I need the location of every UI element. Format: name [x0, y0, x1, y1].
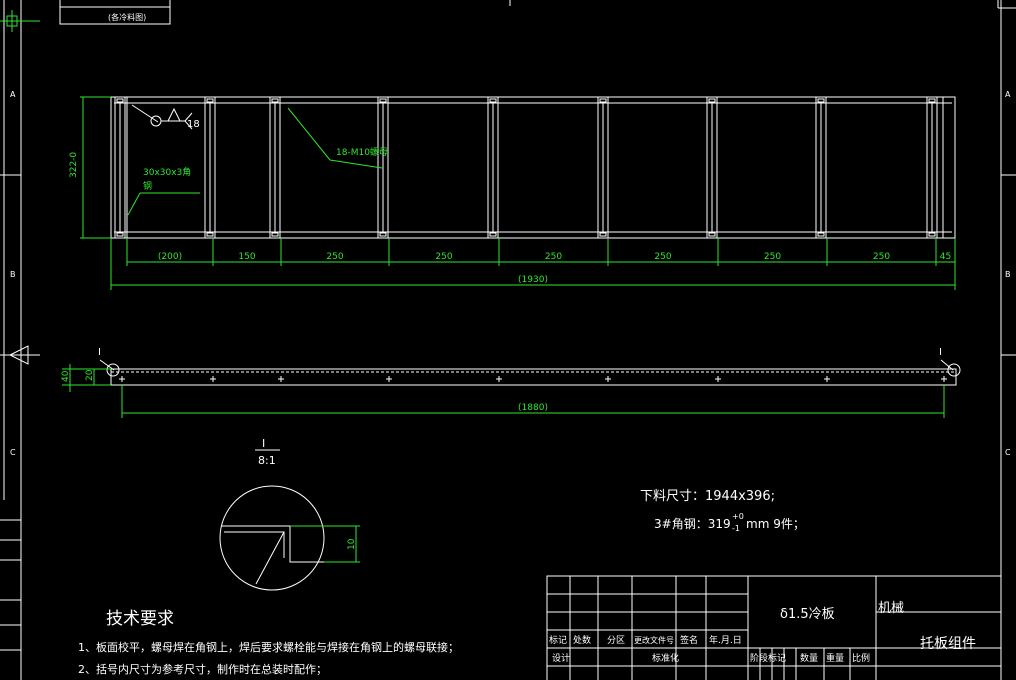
zone-letter-a: A [10, 90, 16, 99]
nut-mark [599, 98, 607, 103]
detail-mark: I [262, 437, 265, 450]
side-holes [119, 376, 947, 382]
nut-mark [708, 98, 716, 103]
cut-line2-suffix: mm 9件； [746, 517, 805, 531]
dim-label: 250 [764, 252, 781, 262]
front-overall-dim: (1930) [518, 275, 548, 285]
front-view-outline [110, 96, 956, 239]
tb-header-5: 年.月.日 [709, 634, 742, 646]
cut-line2-tol-top: +0 [732, 512, 744, 521]
side-dim-inner: 20 [85, 369, 95, 381]
zone-letter-a-right: A [1005, 90, 1011, 99]
cut-line2-tol-bot: -1 [732, 524, 740, 533]
nut-mark [116, 98, 124, 103]
nut-mark [599, 232, 607, 237]
tb-row2-1: 标准化 [652, 652, 679, 664]
tech-requirements: 技术要求 1、板面校平，螺母焊在角钢上，焊后要求螺栓能与焊接在角钢上的螺母联接；… [78, 609, 459, 676]
front-dimension-chain: (200) 150 250 250 250 250 250 250 45 [126, 238, 956, 266]
cut-line2-prefix: 3#角钢：319 [654, 517, 731, 531]
dim-label: 250 [435, 252, 452, 262]
top-label-text: (各冷料图) [108, 12, 146, 22]
dim-label: 250 [873, 252, 890, 262]
front-view: 322-0 30x30x3角 钢 18-M10螺母 18 (200) 150 250… [69, 96, 956, 290]
tech-item-1: 1、板面校平，螺母焊在角钢上，焊后要求螺栓能与焊接在角钢上的螺母联接； [78, 640, 459, 654]
detail-dim: 10 [347, 538, 357, 550]
title-block: δ1.5冷板 机械 托板组件 标记 处数 分区 更改文件号 签名 年.月.日 设… [546, 575, 1002, 680]
detail-view: I 8:1 10 [219, 437, 360, 591]
zone-letter-b-right: B [1005, 270, 1011, 279]
tb-header-4: 签名 [680, 634, 698, 646]
leader-angle-steel-line1: 30x30x3角 [143, 166, 191, 178]
nut-mark [489, 98, 497, 103]
tb-header-3: 更改文件号 [634, 635, 674, 645]
tb-stage-0: 阶段标记 [750, 652, 786, 664]
tb-company: 机械 [878, 601, 904, 616]
nut-mark [817, 232, 825, 237]
dim-label: 250 [326, 252, 343, 262]
leader-nut: 18-M10螺母 [336, 147, 388, 158]
side-view: I I 40 20 (1880) [61, 347, 961, 418]
tb-header-0: 标记 [549, 634, 567, 646]
nut-mark [489, 232, 497, 237]
tech-heading: 技术要求 [106, 609, 174, 629]
side-mark-left: I [98, 347, 101, 358]
nut-mark [271, 98, 279, 103]
cad-drawing: A B C A B C (各冷料图) 322-0 30x30x3角 钢 18-M… [0, 0, 1016, 680]
dim-label: 250 [545, 252, 562, 262]
nut-mark [116, 232, 124, 237]
cut-line1: 下料尺寸：1944x396; [640, 489, 775, 504]
angle-posts [114, 96, 944, 239]
detail-scale: 8:1 [258, 454, 276, 467]
weld-symbol-icon [131, 104, 193, 130]
dim-label: (200) [158, 252, 182, 262]
nut-mark [817, 98, 825, 103]
crosshair-icon [0, 10, 40, 32]
dim-label: 250 [654, 252, 671, 262]
tb-stage-1: 数量 [800, 652, 818, 664]
tb-stage-2: 重量 [826, 652, 844, 664]
zone-letter-c: C [10, 448, 16, 457]
weld-symbol-text: 18 [187, 119, 200, 130]
nut-mark [928, 98, 936, 103]
nut-mark [206, 232, 214, 237]
zone-letter-b: B [10, 270, 16, 279]
top-label-box: (各冷料图) [59, 0, 171, 25]
side-view-outline [110, 368, 957, 386]
nut-mark [379, 232, 387, 237]
nut-mark [708, 232, 716, 237]
tb-material: δ1.5冷板 [780, 607, 835, 622]
cut-info: 下料尺寸：1944x396; 3#角钢：319 +0 -1 mm 9件； [640, 489, 805, 533]
side-mark-right: I [939, 347, 942, 358]
tech-item-2: 2、括号内尺寸为参考尺寸，制作时在总装时配作； [78, 662, 327, 676]
nut-mark [928, 232, 936, 237]
nut-mark [379, 98, 387, 103]
side-dim-outer: 40 [61, 370, 71, 382]
nut-mark [271, 232, 279, 237]
tb-header-2: 分区 [607, 635, 625, 646]
front-height-dim: 322-0 [69, 152, 79, 178]
tb-header-1: 处数 [573, 634, 591, 646]
dim-label: 45 [940, 252, 951, 262]
tb-stage-3: 比例 [852, 652, 870, 664]
dim-label: 150 [238, 252, 255, 262]
tb-part-name: 托板组件 [920, 636, 976, 652]
nut-mark [206, 98, 214, 103]
side-overall-dim: (1880) [518, 403, 548, 413]
zone-letter-c-right: C [1005, 448, 1011, 457]
tb-row2-0: 设计 [552, 652, 570, 664]
drawing-frame [0, 0, 1016, 680]
leader-angle-steel-line2: 钢 [143, 180, 152, 192]
